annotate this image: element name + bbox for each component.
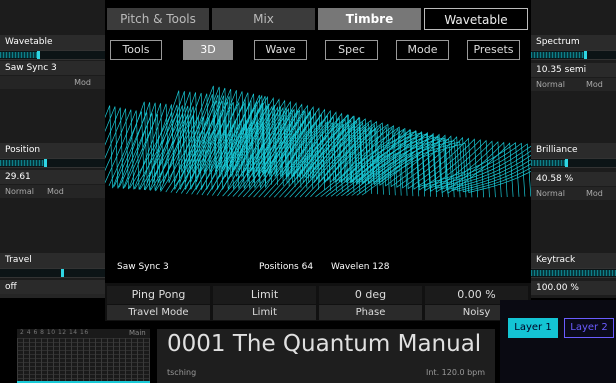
tempo-readout: Int. 120.0 bpm bbox=[426, 368, 486, 377]
brilliance-slider[interactable] bbox=[531, 158, 616, 168]
layer-2-button[interactable]: Layer 2 bbox=[564, 318, 614, 338]
param-mod-row-position: Normal Mod bbox=[0, 185, 105, 198]
param-value-spectrum[interactable]: 10.35 semi bbox=[531, 63, 616, 77]
subtab-wave[interactable]: Wave bbox=[254, 40, 307, 60]
meter-main-label: Main bbox=[129, 329, 146, 337]
travel-mode-value[interactable]: Ping Pong bbox=[107, 286, 210, 304]
mod-button[interactable]: Mod bbox=[586, 187, 603, 200]
tab-timbre[interactable]: Timbre bbox=[318, 8, 421, 30]
mode-normal[interactable]: Normal bbox=[536, 187, 565, 200]
wavetable-name-label: Saw Sync 3 bbox=[117, 262, 169, 272]
limit-value[interactable]: Limit bbox=[213, 286, 316, 304]
param-mod-row-brilliance: Normal Mod bbox=[531, 187, 616, 200]
subtab-spec[interactable]: Spec bbox=[325, 40, 378, 60]
level-meter: 2 4 6 8 10 12 14 16 Main bbox=[17, 329, 150, 383]
layer-1-button[interactable]: Layer 1 bbox=[508, 318, 558, 338]
subtab-3d[interactable]: 3D bbox=[183, 40, 233, 60]
param-label-brilliance: Brilliance bbox=[531, 143, 616, 158]
patch-author: tsching bbox=[167, 368, 197, 377]
position-slider[interactable] bbox=[0, 158, 105, 168]
positions-label: Positions 64 bbox=[259, 262, 314, 272]
param-label-position: Position bbox=[0, 143, 105, 158]
phase-value[interactable]: 0 deg bbox=[319, 286, 422, 304]
tab-mix[interactable]: Mix bbox=[212, 8, 315, 30]
spectrum-slider[interactable] bbox=[531, 50, 616, 60]
patch-title[interactable]: 0001 The Quantum Manual bbox=[167, 331, 481, 357]
limit-label: Limit bbox=[213, 305, 316, 320]
mode-normal[interactable]: Normal bbox=[5, 185, 34, 198]
param-label-travel: Travel bbox=[0, 253, 105, 268]
wavetable-3d-view[interactable] bbox=[105, 64, 531, 260]
layer-panel bbox=[500, 300, 616, 383]
param-value-position[interactable]: 29.61 bbox=[0, 170, 105, 184]
tab-pitch-tools[interactable]: Pitch & Tools bbox=[107, 8, 209, 30]
param-mod-row-spectrum: Normal Mod bbox=[531, 78, 616, 91]
subtab-presets[interactable]: Presets bbox=[467, 40, 520, 60]
mode-normal[interactable]: Normal bbox=[536, 78, 565, 91]
mod-button[interactable]: Mod bbox=[74, 76, 91, 89]
tab-wavetable[interactable]: Wavetable bbox=[424, 8, 528, 30]
param-mod-row-wavetable: Mod bbox=[0, 76, 105, 89]
phase-label: Phase bbox=[319, 305, 422, 320]
travel-slider[interactable] bbox=[0, 268, 105, 278]
meter-scale: 2 4 6 8 10 12 14 16 bbox=[20, 329, 89, 336]
subtab-mode[interactable]: Mode bbox=[396, 40, 449, 60]
param-label-spectrum: Spectrum bbox=[531, 35, 616, 50]
subtab-tools[interactable]: Tools bbox=[110, 40, 162, 60]
param-value-brilliance[interactable]: 40.58 % bbox=[531, 172, 616, 186]
param-value-keytrack[interactable]: 100.00 % bbox=[531, 281, 616, 295]
mod-button[interactable]: Mod bbox=[47, 185, 64, 198]
param-label-wavetable: Wavetable bbox=[0, 35, 105, 50]
param-label-keytrack: Keytrack bbox=[531, 253, 616, 268]
param-mod-row-travel bbox=[0, 294, 105, 298]
wavelength-label: Wavelen 128 bbox=[331, 262, 390, 272]
keytrack-slider[interactable] bbox=[531, 268, 616, 278]
param-mod-row-travel-visible bbox=[0, 280, 105, 293]
mod-button[interactable]: Mod bbox=[586, 78, 603, 91]
travel-mode-label: Travel Mode bbox=[107, 305, 210, 320]
param-value-wavetable[interactable]: Saw Sync 3 bbox=[0, 61, 105, 75]
wavetable-slider[interactable] bbox=[0, 50, 105, 60]
